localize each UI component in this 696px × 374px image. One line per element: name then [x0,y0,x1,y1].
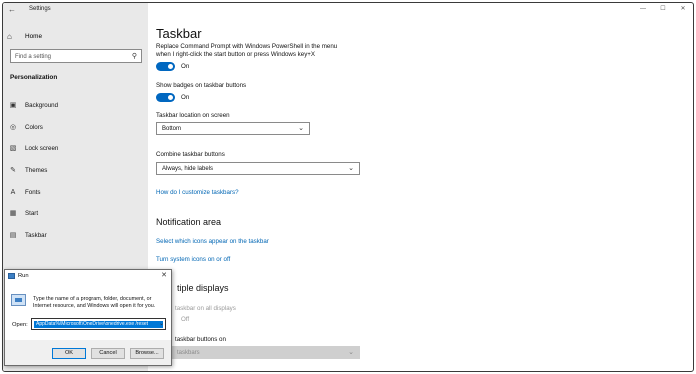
sidebar-item-label: Background [25,101,59,109]
colors-icon: ◎ [9,124,17,131]
back-arrow-icon[interactable]: ← [8,5,16,14]
home-nav-item[interactable]: ⌂ Home [7,30,143,42]
start-icon: ▦ [9,210,17,217]
sidebar-item-label: Lock screen [25,144,59,152]
show-all-displays-state: Off [181,316,190,323]
replace-cmd-text-line2: when I right-click the start button or p… [156,51,316,58]
search-input[interactable]: Find a setting ⚲ [10,49,142,63]
combine-dropdown[interactable]: Always, hide labels ⌄ [156,162,360,175]
taskbar-icon: ▤ [9,232,17,239]
badges-label: Show badges on taskbar buttons [156,82,247,89]
fonts-icon: A [10,188,16,196]
run-title-bar: Run ✕ [5,270,171,282]
show-all-displays-label: taskbar on all displays [175,305,236,312]
select-icons-link[interactable]: Select which icons appear on the taskbar [156,238,269,245]
title-bar: ← Settings [3,3,148,17]
replace-cmd-text-line1: Replace Command Prompt with Windows Powe… [156,43,338,50]
home-label: Home [25,32,43,40]
search-icon: ⚲ [131,53,137,60]
browse-button[interactable]: Browse... [130,348,164,359]
multiple-displays-heading: tiple displays [177,283,229,293]
open-input[interactable]: AppData%\Microsoft\OneDrive\onedrive.exe… [31,318,166,330]
lock-screen-icon: ▧ [9,145,17,152]
sidebar-item-themes[interactable]: ✎ Themes [7,164,143,176]
location-label: Taskbar location on screen [156,112,230,119]
show-buttons-on-dropdown[interactable]: taskbars ⌄ [156,346,360,359]
location-value: Bottom [162,126,182,132]
run-program-icon [11,294,26,306]
show-buttons-on-label: taskbar buttons on [175,336,226,343]
customize-taskbars-link[interactable]: How do I customize taskbars? [156,189,239,196]
background-icon: ▣ [9,102,17,109]
badges-toggle[interactable] [156,93,175,102]
page-title: Taskbar [156,26,202,41]
cancel-button[interactable]: Cancel [91,348,125,359]
home-icon: ⌂ [7,31,12,41]
system-icons-link[interactable]: Turn system icons on or off [156,256,230,263]
open-label: Open: [12,322,28,328]
app-title: Settings [29,6,51,12]
sidebar-item-label: Colors [25,123,43,131]
sidebar-item-label: Themes [25,166,48,174]
chevron-down-icon[interactable]: ⌄ [159,320,164,327]
sidebar-item-lock-screen[interactable]: ▧ Lock screen [7,142,143,154]
sidebar-item-label: Taskbar [25,231,47,239]
search-placeholder: Find a setting [15,53,52,60]
replace-cmd-toggle-state: On [181,63,190,70]
sidebar-item-fonts[interactable]: A Fonts [7,186,143,198]
run-body: Type the name of a program, folder, docu… [5,282,171,340]
chevron-down-icon: ⌄ [298,125,304,132]
sidebar-item-colors[interactable]: ◎ Colors [7,121,143,133]
notification-area-heading: Notification area [156,217,222,227]
run-app-icon [8,273,15,279]
minimize-button[interactable]: — [633,3,653,17]
replace-cmd-toggle[interactable] [156,62,175,71]
themes-icon: ✎ [10,167,16,174]
badges-toggle-state: On [181,94,190,101]
sidebar-item-taskbar[interactable]: ▤ Taskbar [7,229,143,241]
section-title: Personalization [10,74,58,81]
sidebar-item-label: Start [25,209,39,217]
close-button[interactable]: ✕ [673,3,693,17]
run-description: Type the name of a program, folder, docu… [33,296,156,309]
maximize-button[interactable]: ☐ [653,3,673,17]
chevron-down-icon: ⌄ [348,349,354,356]
sidebar-item-background[interactable]: ▣ Background [7,99,143,111]
run-dialog: Run ✕ Type the name of a program, folder… [4,269,172,366]
sidebar-item-start[interactable]: ▦ Start [7,207,143,219]
combine-label: Combine taskbar buttons [156,151,225,158]
chevron-down-icon: ⌄ [348,165,354,172]
ok-button[interactable]: OK [52,348,86,359]
window-controls: — ☐ ✕ [633,3,693,17]
sidebar-item-label: Fonts [25,188,41,196]
show-buttons-on-value: taskbars [177,350,200,356]
location-dropdown[interactable]: Bottom ⌄ [156,122,310,135]
open-input-value: AppData%\Microsoft\OneDrive\onedrive.exe… [34,320,163,328]
run-title: Run [18,273,29,279]
close-icon[interactable]: ✕ [161,271,167,279]
combine-value: Always, hide labels [162,166,214,172]
